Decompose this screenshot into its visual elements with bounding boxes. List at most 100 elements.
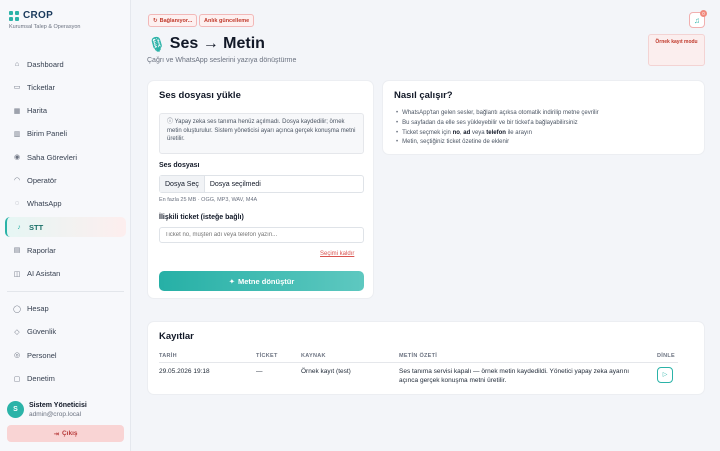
play-icon: ▷: [662, 371, 668, 378]
sidebar-item-harita[interactable]: ▦ Harita: [5, 101, 126, 121]
live-update-badge: Anlık güncelleme: [199, 14, 255, 27]
location-pin-icon: ◉: [13, 154, 21, 162]
brand-subtitle: Kurumsal Talep & Operasyon: [9, 24, 81, 30]
users-icon: ◎: [13, 352, 21, 360]
how-it-works-title: Nasıl çalışır?: [394, 90, 453, 101]
logo-icon: [9, 10, 19, 21]
user-email: admin@crop.local: [29, 410, 82, 418]
file-hint: En fazla 25 MB · OGG, MP3, WAV, M4A: [159, 197, 258, 203]
info-text: Yapay zeka ses tanıma henüz açılmadı. Do…: [167, 119, 356, 143]
logout-icon: ⇥: [53, 430, 59, 438]
list-item: Ticket seçmek için no, ad veya telefon i…: [396, 129, 599, 139]
clear-selection-link[interactable]: Seçimi kaldır: [320, 251, 354, 257]
sample-mode-badge: Örnek kayıt modu: [648, 34, 705, 66]
notifications-button[interactable]: ♫ 0: [689, 10, 707, 28]
sidebar-item-saha-görevleri[interactable]: ◉ Saha Görevleri: [5, 147, 126, 167]
list-item-text: ile arayın: [505, 129, 532, 136]
logout-label: Çıkış: [61, 430, 78, 437]
user-icon: ◯: [13, 305, 21, 313]
cell-date: 29.05.2026 19:18: [159, 368, 210, 375]
sidebar-item-birim-paneli[interactable]: ▥ Birim Paneli: [5, 124, 126, 144]
sidebar-item-whatsapp[interactable]: ◌ WhatsApp: [5, 194, 126, 214]
ticket-icon: ▭: [13, 84, 21, 92]
robot-icon: ◫: [13, 270, 21, 278]
cell-source: Örnek kayıt (test): [301, 368, 351, 375]
sidebar-item-label: Personel: [27, 350, 57, 360]
sidebar-item-ticketlar[interactable]: ▭ Ticketlar: [5, 77, 126, 97]
sidebar-item-label: Ticketlar: [27, 82, 56, 92]
sidebar-item-label: AI Asistan: [27, 269, 61, 279]
sidebar-item-label: Saha Görevleri: [27, 152, 78, 162]
sidebar: CROP Kurumsal Talep & Operasyon ⌂ Dashboa…: [0, 0, 131, 451]
sidebar-item-label: WhatsApp: [27, 199, 62, 209]
headset-icon: ◠: [13, 177, 21, 185]
sidebar-item-stt[interactable]: ♪ STT: [5, 217, 126, 238]
column-header: TİCKET: [256, 351, 301, 363]
sparkle-icon: ✦: [228, 276, 236, 286]
sidebar-item-label: Operatör: [27, 175, 57, 185]
choose-file-button[interactable]: Dosya Seç: [160, 176, 205, 192]
how-it-works-card: Nasıl çalışır? WhatsApp'tan gelen sesler…: [382, 80, 705, 155]
nav-divider: [7, 290, 124, 292]
sidebar-item-ai-asistan[interactable]: ◫ AI Asistan: [5, 264, 126, 284]
list-item: WhatsApp'tan gelen sesler, bağlantı açık…: [396, 109, 599, 119]
connection-status-text: Bağlanıyor...: [159, 17, 193, 24]
upload-card-title: Ses dosyası yükle: [159, 90, 241, 101]
logout-button[interactable]: ⇥ Çıkış: [7, 425, 124, 442]
records-title: Kayıtlar: [159, 331, 194, 342]
brand: CROP Kurumsal Talep & Operasyon: [0, 0, 130, 46]
play-button[interactable]: ▷: [657, 367, 673, 383]
sidebar-item-label: Harita: [27, 106, 48, 116]
sidebar-item-dashboard[interactable]: ⌂ Dashboard: [5, 54, 126, 74]
sidebar-nav: ⌂ Dashboard ▭ Ticketlar ▦ Harita ▥ Birim Paneli…: [5, 54, 126, 392]
sidebar-item-label: STT: [29, 222, 44, 232]
building-icon: ▥: [13, 130, 21, 138]
sidebar-item-label: Raporlar: [27, 245, 56, 255]
sidebar-item-güvenlik[interactable]: ◇ Güvenlik: [5, 322, 126, 342]
dashboard-icon: ⌂: [14, 60, 20, 68]
column-header: TARİH: [159, 351, 256, 363]
brand-name: CROP: [23, 10, 54, 21]
shield-icon: ◇: [14, 328, 20, 336]
clipboard-icon: ▢: [13, 375, 21, 383]
sidebar-item-denetim[interactable]: ▢ Denetim: [5, 369, 126, 389]
table-row: 29.05.2026 19:18 — Örnek kayıt (test) Se…: [159, 363, 678, 386]
column-header: DİNLE: [657, 351, 678, 363]
whatsapp-icon: ◌: [14, 200, 20, 208]
sidebar-item-label: Hesap: [27, 304, 49, 314]
list-item-bold: no: [452, 129, 460, 136]
sidebar-item-raporlar[interactable]: ▤ Raporlar: [5, 240, 126, 260]
records-card: Kayıtlar TARİH TİCKET KAYNAK METİN ÖZETİ…: [147, 321, 705, 395]
file-input[interactable]: Dosya Seç Dosya seçilmedi: [159, 175, 364, 193]
info-box: ⓘ Yapay zeka ses tanıma henüz açılmadı. …: [159, 113, 364, 154]
chart-icon: ▤: [13, 247, 21, 255]
list-item-text: veya: [470, 129, 487, 136]
microphone-icon: 🎙︎: [148, 35, 166, 52]
user-name: Sistem Yöneticisi: [29, 401, 87, 409]
sidebar-item-operatör[interactable]: ◠ Operatör: [5, 170, 126, 190]
sidebar-item-personel[interactable]: ◎ Personel: [5, 345, 126, 365]
page-title-text: Ses → Metin: [169, 35, 265, 52]
info-icon: ⓘ: [167, 119, 175, 125]
sidebar-item-label: Güvenlik: [27, 327, 57, 337]
notification-count: 0: [700, 10, 707, 17]
bell-icon: ♫: [694, 15, 700, 25]
sidebar-item-label: Birim Paneli: [27, 129, 68, 139]
ticket-label: İlişkili ticket (isteğe bağlı): [159, 214, 244, 221]
how-it-works-list: WhatsApp'tan gelen sesler, bağlantı açık…: [396, 109, 599, 148]
map-icon: ▦: [13, 107, 21, 115]
list-item: Bu sayfadan da elle ses yükleyebilir ve …: [396, 119, 599, 129]
list-item-bold: telefon: [486, 129, 506, 136]
table-header-row: TARİH TİCKET KAYNAK METİN ÖZETİ DİNLE: [159, 351, 678, 363]
page-title: 🎙︎ Ses → Metin: [148, 35, 265, 53]
cell-listen: ▷: [657, 363, 678, 386]
convert-to-text-button[interactable]: ✦ Metne dönüştür: [159, 271, 364, 291]
avatar: S: [7, 401, 24, 418]
convert-label: Metne dönüştür: [238, 276, 295, 286]
ticket-search-input[interactable]: [159, 227, 364, 243]
cell-ticket: —: [256, 368, 263, 375]
sidebar-item-hesap[interactable]: ◯ Hesap: [5, 299, 126, 319]
user-profile: S Sistem Yöneticisi admin@crop.local: [7, 401, 87, 418]
page-subtitle: Çağrı ve WhatsApp seslerini yazıya dönüş…: [147, 57, 297, 64]
column-header: METİN ÖZETİ: [399, 351, 657, 363]
